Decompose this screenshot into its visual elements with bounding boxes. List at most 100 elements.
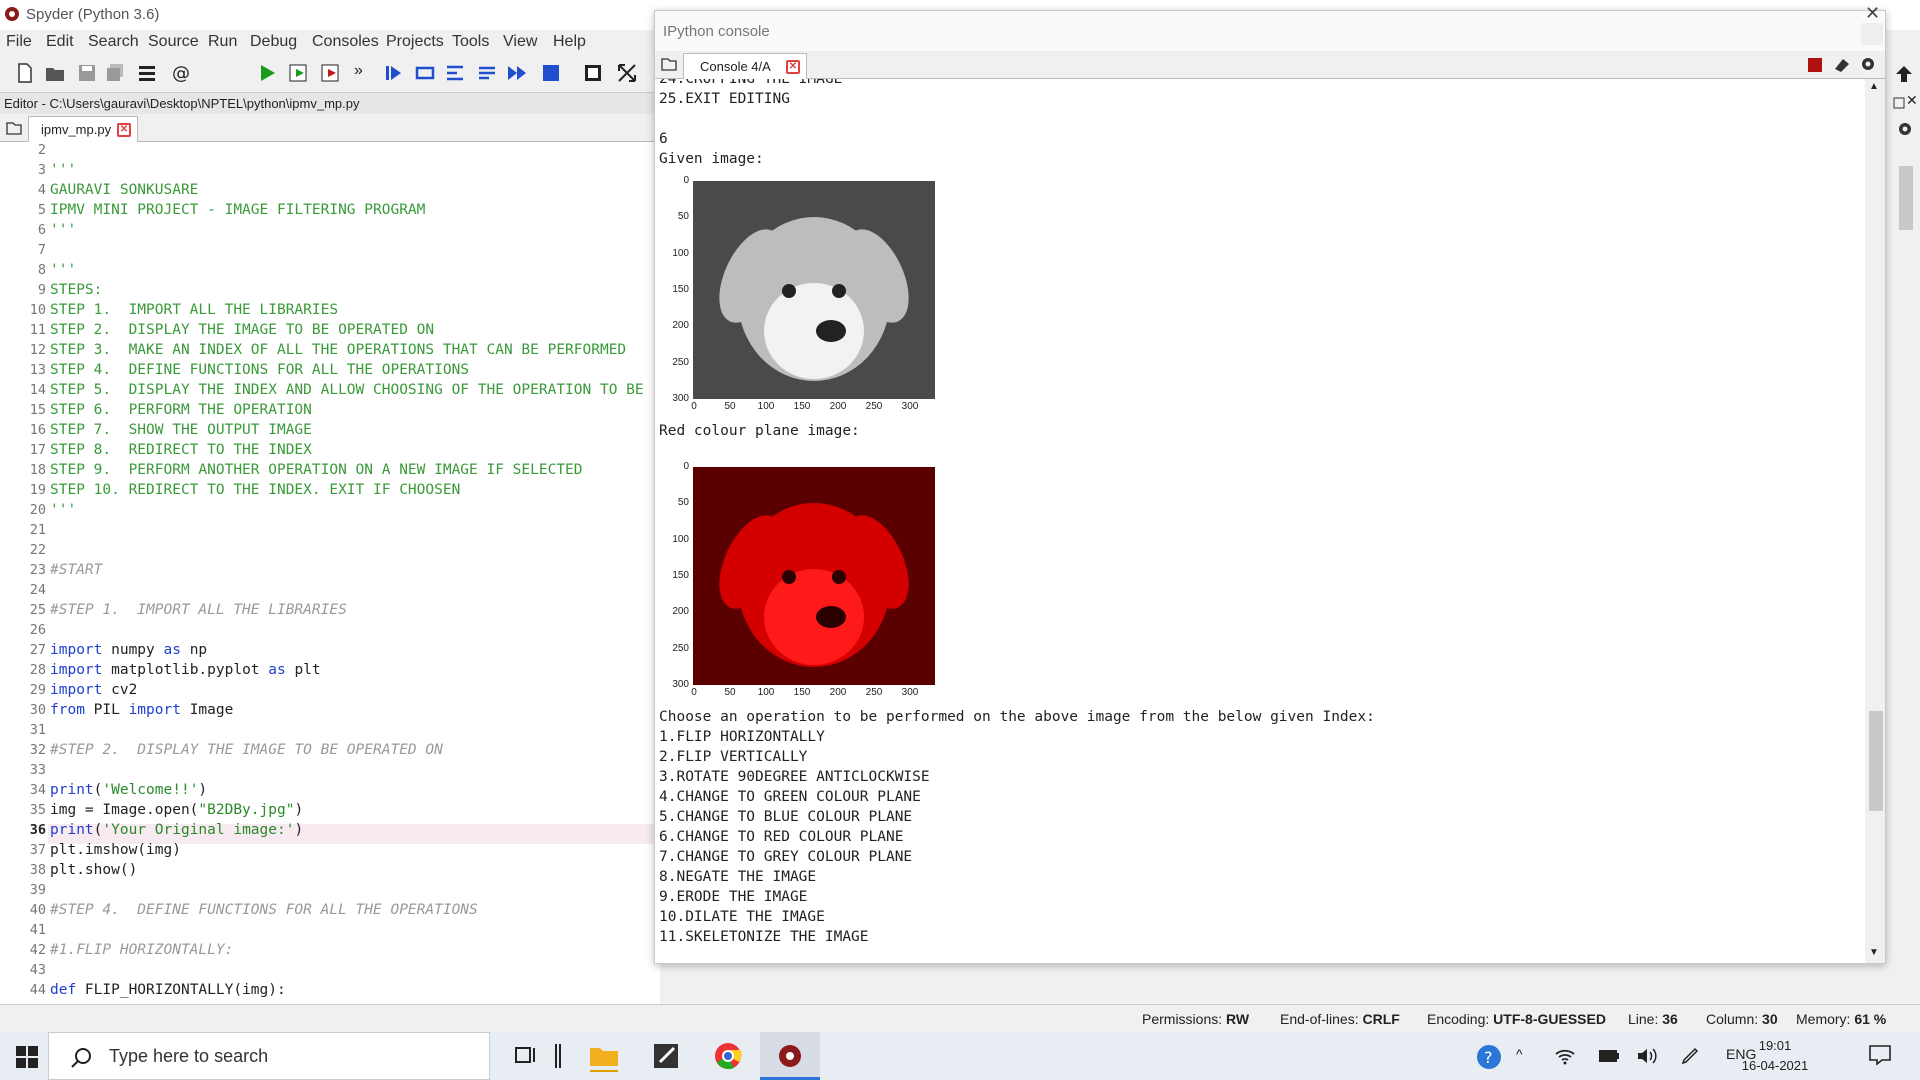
code-line: STEP 4. DEFINE FUNCTIONS FOR ALL THE OPE…	[50, 362, 470, 378]
menu-debug[interactable]: Debug	[250, 33, 297, 51]
wifi-icon[interactable]	[1554, 1046, 1576, 1066]
console-line: 1.FLIP HORIZONTALLY	[659, 729, 825, 745]
undock-icon[interactable]	[1892, 96, 1906, 110]
stop-debug-icon[interactable]	[540, 62, 562, 84]
taskbar-search-box[interactable]: Type here to search	[48, 1032, 490, 1080]
line-number: 24	[29, 582, 46, 598]
code-line: '''	[50, 222, 77, 238]
clock-time: 19:01	[1758, 1038, 1792, 1053]
y-tick-label: 200	[672, 320, 689, 332]
run-cell-icon[interactable]	[288, 62, 310, 84]
close-tab-icon[interactable]: ✕	[786, 60, 800, 74]
menu-search[interactable]: Search	[88, 33, 139, 51]
menu-view[interactable]: View	[503, 33, 537, 51]
gear-icon[interactable]	[1859, 55, 1877, 73]
maximize-pane-icon[interactable]	[582, 62, 604, 84]
code-line: STEP 7. SHOW THE OUTPUT IMAGE	[50, 422, 312, 438]
widgets-icon[interactable]	[538, 1040, 578, 1072]
line-number: 23	[29, 562, 46, 578]
y-tick-label: 100	[672, 533, 689, 545]
console-output[interactable]: 24.CROPPING THE IMAGE 25.EXIT EDITING 6 Giv…	[655, 79, 1865, 963]
chrome-icon[interactable]	[708, 1040, 748, 1072]
console-scroll-thumb[interactable]	[1869, 711, 1883, 811]
windows-start-icon[interactable]	[16, 1046, 38, 1068]
up-arrow-icon[interactable]	[1894, 64, 1914, 84]
line-number: 5	[37, 202, 46, 218]
notes-app-icon[interactable]	[646, 1040, 686, 1072]
line-number: 42	[29, 942, 46, 958]
step-into-icon[interactable]	[444, 62, 466, 84]
menu-file[interactable]: File	[6, 33, 32, 51]
x-tick-label: 200	[829, 687, 847, 698]
menu-help[interactable]: Help	[553, 33, 586, 51]
line-number: 25	[29, 602, 46, 618]
step-icon[interactable]	[414, 62, 436, 84]
browse-tabs-icon[interactable]	[6, 121, 22, 135]
grey-puppy-image	[693, 181, 935, 399]
notification-icon[interactable]	[1868, 1044, 1892, 1066]
more-chevron-icon[interactable]: »	[354, 62, 363, 80]
stop-kernel-icon[interactable]	[1807, 57, 1823, 73]
window-button[interactable]	[1861, 23, 1883, 45]
y-tick-label: 50	[677, 497, 689, 509]
console-scrollbar[interactable]: ▲ ▼	[1865, 79, 1885, 963]
menu-tools[interactable]: Tools	[452, 33, 489, 51]
editor-tab[interactable]: ipmv_mp.py ✕	[28, 116, 138, 142]
run-cell-advance-icon[interactable]	[320, 62, 342, 84]
save-icon[interactable]	[76, 62, 98, 84]
console-line: 9.ERODE THE IMAGE	[659, 889, 808, 905]
open-folder-icon[interactable]	[44, 62, 66, 84]
console-tab[interactable]: Console 4/A ✕	[683, 53, 807, 79]
column-value: 30	[1762, 1011, 1778, 1027]
permissions-status: Permissions: RW	[1142, 1011, 1249, 1027]
at-icon[interactable]: @	[170, 62, 192, 84]
x-tick-label: 300	[901, 401, 919, 412]
step-return-icon[interactable]	[476, 62, 498, 84]
close-window-icon[interactable]: ✕	[1865, 3, 1880, 24]
x-tick-label: 250	[865, 687, 883, 698]
editor-scrollbar[interactable]	[1886, 142, 1920, 1004]
close-pane-icon[interactable]: ✕	[1906, 92, 1918, 109]
editor-header: Editor - C:\Users\gauravi\Desktop\NPTEL\…	[0, 92, 660, 114]
line-number: 35	[29, 802, 46, 818]
red-image-plot: 0 50 100 150 200 250 300 0 50 100 150 200 250 300	[655, 461, 955, 701]
svg-text:?: ?	[1484, 1048, 1493, 1067]
new-file-icon[interactable]	[14, 62, 36, 84]
grey-image-plot: 0 50 100 150 200 250 300 0 50 100 150 200 250 300	[655, 175, 955, 415]
fullscreen-icon[interactable]	[616, 62, 638, 84]
help-icon[interactable]: ?	[1476, 1044, 1502, 1070]
menu-source[interactable]: Source	[148, 33, 199, 51]
column-label: Column:	[1706, 1011, 1759, 1027]
tray-chevron-icon[interactable]: ^	[1516, 1046, 1523, 1062]
close-tab-icon[interactable]: ✕	[117, 123, 131, 137]
console-line: 6	[659, 131, 668, 147]
line-label: Line:	[1628, 1011, 1659, 1027]
menu-run[interactable]: Run	[208, 33, 237, 51]
browse-tabs-icon[interactable]	[661, 57, 677, 71]
gear-icon[interactable]	[1896, 120, 1914, 138]
run-icon[interactable]	[256, 62, 278, 84]
file-explorer-icon[interactable]	[584, 1040, 624, 1072]
volume-icon[interactable]	[1636, 1046, 1658, 1066]
y-tick-label: 150	[672, 283, 689, 295]
menu-edit[interactable]: Edit	[46, 33, 74, 51]
battery-icon[interactable]	[1598, 1048, 1620, 1064]
line-number: 32	[29, 742, 46, 758]
search-icon	[71, 1048, 91, 1068]
scroll-down-icon[interactable]: ▼	[1869, 947, 1879, 958]
eraser-icon[interactable]	[1833, 57, 1851, 73]
debug-icon[interactable]	[382, 62, 404, 84]
continue-icon[interactable]	[506, 62, 528, 84]
console-line: 6.CHANGE TO RED COLOUR PLANE	[659, 829, 904, 845]
clock[interactable]: 19:01 16-04-2021	[1730, 1036, 1820, 1076]
scroll-up-icon[interactable]: ▲	[1869, 81, 1879, 92]
menu-consoles[interactable]: Consoles	[312, 33, 379, 51]
menu-projects[interactable]: Projects	[386, 33, 444, 51]
save-all-icon[interactable]	[104, 62, 126, 84]
list-icon[interactable]	[136, 62, 158, 84]
pen-icon[interactable]	[1680, 1046, 1700, 1066]
code-line: import matplotlib.pyplot as plt	[50, 662, 321, 678]
spyder-taskbar-button[interactable]	[760, 1032, 820, 1080]
scroll-thumb[interactable]	[1899, 166, 1913, 230]
console-line: 4.CHANGE TO GREEN COLOUR PLANE	[659, 789, 921, 805]
